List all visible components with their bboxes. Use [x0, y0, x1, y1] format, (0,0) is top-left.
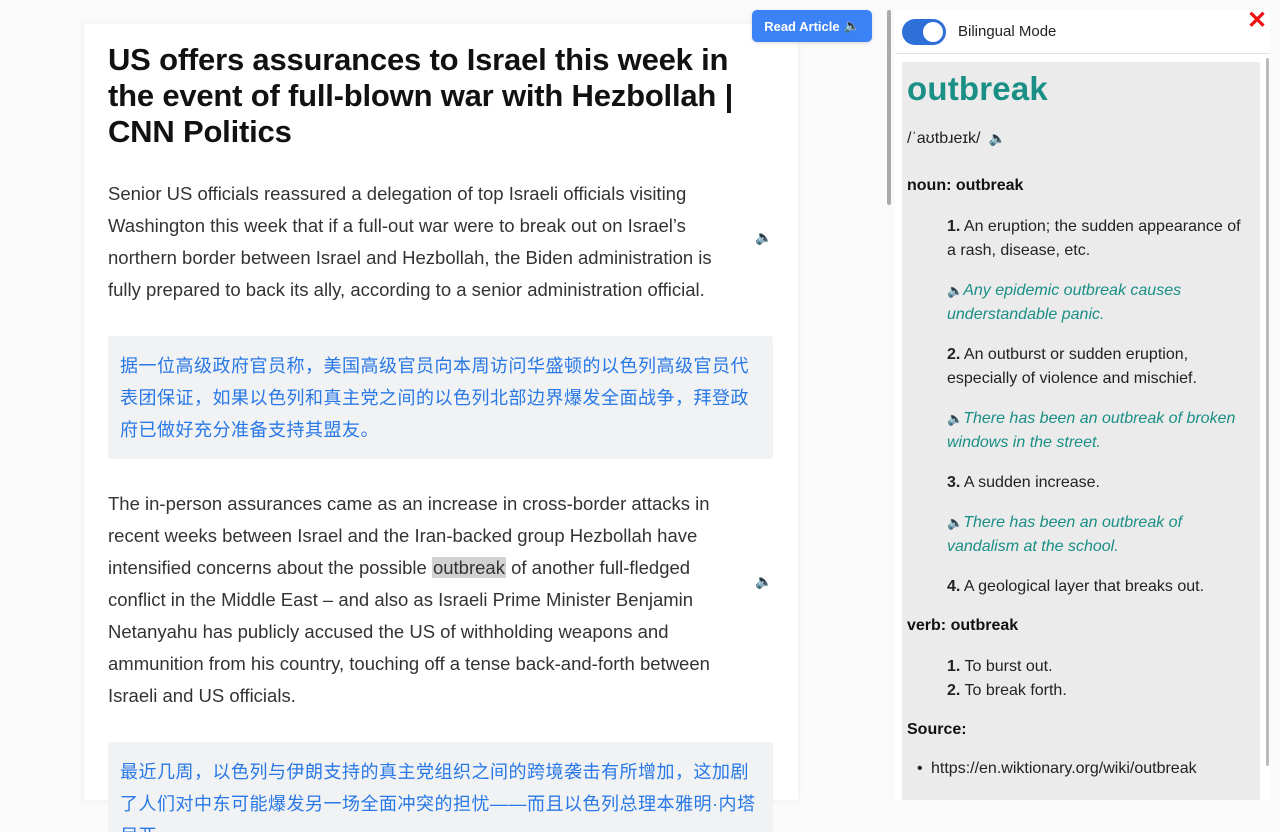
toggle-knob	[923, 22, 943, 42]
definition-item: 4. A geological layer that breaks out.	[947, 578, 1205, 595]
article-paragraph-2: The in-person assurances came as an incr…	[108, 488, 733, 712]
definition-scrollbar[interactable]	[1266, 58, 1269, 766]
definition-item: 1. To burst out.	[947, 658, 1053, 675]
definition-item: 2. To break forth.	[947, 682, 1067, 699]
speaker-icon: 🔈	[843, 18, 860, 33]
highlighted-word[interactable]: outbreak	[431, 557, 506, 578]
panel-scrollbar[interactable]	[887, 10, 891, 205]
example-speaker-icon[interactable]: 🔈	[947, 515, 963, 530]
headword: outbreak	[907, 70, 1048, 107]
paragraph-2-speaker-icon[interactable]: 🔈	[755, 573, 773, 589]
noun-header: noun: outbreak	[907, 177, 1024, 194]
close-icon[interactable]: ✕	[1245, 9, 1269, 33]
example-sentence: 🔈There has been an outbreak of broken wi…	[947, 410, 1236, 451]
example-speaker-icon[interactable]: 🔈	[947, 411, 963, 426]
read-article-button[interactable]: Read Article 🔈	[752, 10, 872, 42]
article-body: US offers assurances to Israel this week…	[108, 24, 773, 832]
translation-block-2: 最近几周，以色列与伊朗支持的真主党组织之间的跨境袭击有所增加，这加剧了人们对中东…	[108, 742, 773, 832]
example-sentence: 🔈There has been an outbreak of vandalism…	[947, 514, 1183, 555]
verb-header: verb: outbreak	[907, 617, 1019, 634]
definition-box: outbreak /ˈaʊtbɹeɪk/ 🔈 noun: outbreak 1. …	[902, 62, 1260, 800]
phonetic: /ˈaʊtbɹeɪk/ 🔈	[907, 130, 1006, 148]
definition-item: 3. A sudden increase.	[947, 474, 1100, 491]
pronounce-speaker-icon[interactable]: 🔈	[988, 130, 1005, 146]
paragraph-1-speaker-icon[interactable]: 🔈	[755, 229, 773, 245]
source-header: Source:	[907, 721, 967, 738]
definition-item: 1. An eruption; the sudden appearance of…	[947, 218, 1241, 259]
read-article-label: Read Article	[764, 18, 840, 34]
translation-block-1: 据一位高级政府官员称，美国高级官员向本周访问华盛顿的以色列高级官员代表团保证，如…	[108, 336, 773, 459]
example-sentence: 🔈Any epidemic outbreak causes understand…	[947, 282, 1182, 323]
definition-item: 2. An outburst or sudden eruption, espec…	[947, 346, 1197, 387]
bilingual-mode-toggle[interactable]	[902, 19, 946, 45]
example-speaker-icon[interactable]: 🔈	[947, 283, 963, 298]
article-paragraph-1: Senior US officials reassured a delegati…	[108, 183, 712, 300]
paragraph-text-after: of another full-fledged conflict in the …	[108, 557, 710, 706]
article-card: US offers assurances to Israel this week…	[84, 24, 798, 832]
article-title: US offers assurances to Israel this week…	[108, 42, 734, 149]
bilingual-mode-label: Bilingual Mode	[958, 23, 1057, 40]
source-link[interactable]: https://en.wiktionary.org/wiki/outbreak	[917, 760, 1197, 778]
phonetic-text: /ˈaʊtbɹeɪk/	[907, 130, 981, 147]
dictionary-panel: Bilingual Mode outbreak /ˈaʊtbɹeɪk/ 🔈 nou…	[895, 10, 1270, 800]
panel-header: Bilingual Mode	[895, 10, 1270, 54]
